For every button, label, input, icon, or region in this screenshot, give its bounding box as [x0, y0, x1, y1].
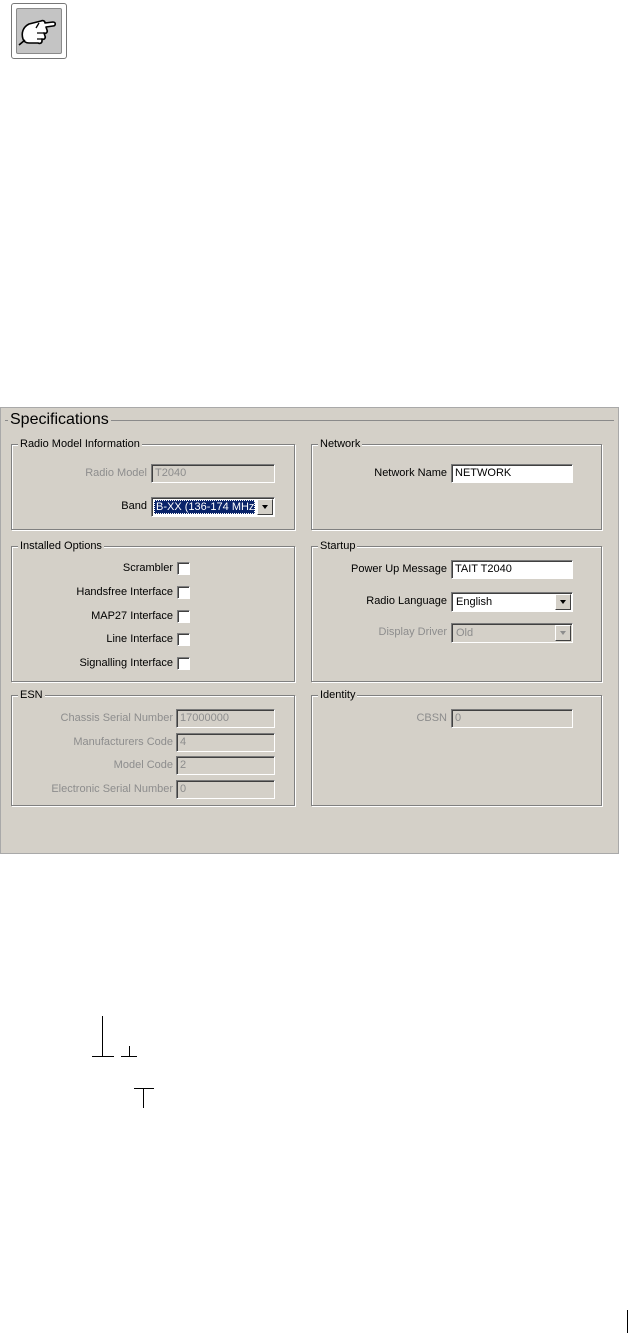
tick-mark [143, 1088, 144, 1108]
display-driver-selected-value: Old [456, 627, 474, 639]
tick-mark [121, 1056, 137, 1057]
esn-group: ESN Chassis Serial Number 17000000 Manuf… [11, 689, 295, 806]
cbsn-field: 0 [451, 709, 573, 728]
group-title: Installed Options [18, 540, 104, 553]
band-label: Band [121, 500, 147, 512]
group-title: Radio Model Information [18, 438, 142, 451]
startup-group: Startup Power Up Message TAIT T2040 Radi… [311, 540, 602, 682]
line-interface-checkbox[interactable] [177, 633, 190, 646]
signalling-interface-checkbox[interactable] [177, 657, 190, 670]
manufacturers-code-label: Manufacturers Code [73, 736, 173, 748]
radio-language-dropdown-button[interactable] [555, 594, 571, 610]
scrambler-checkbox[interactable] [177, 562, 190, 575]
radio-model-field: T2040 [151, 464, 275, 483]
display-driver-label: Display Driver [378, 626, 447, 638]
electronic-serial-number-label: Electronic Serial Number [51, 783, 173, 795]
handsfree-interface-checkbox[interactable] [177, 586, 190, 599]
specifications-dialog: Specifications Radio Model Information R… [0, 407, 619, 854]
network-name-label: Network Name [374, 467, 447, 479]
radio-language-selected-value: English [456, 596, 493, 608]
model-code-field: 2 [176, 756, 275, 775]
note-pointing-hand-icon [11, 3, 67, 59]
band-selected-value: B-XX (136-174 MHz) [154, 500, 255, 514]
dialog-title: Specifications [8, 411, 111, 429]
group-title: Identity [318, 689, 358, 702]
map27-interface-label: MAP27 Interface [91, 610, 173, 622]
signalling-interface-label: Signalling Interface [79, 657, 173, 669]
scrambler-label: Scrambler [122, 562, 173, 574]
tick-mark [92, 1056, 114, 1057]
map27-interface-checkbox[interactable] [177, 610, 190, 623]
line-interface-label: Line Interface [106, 633, 173, 645]
group-title: Network [318, 438, 363, 451]
page-margin-mark [627, 1310, 628, 1333]
band-dropdown-button[interactable] [257, 499, 273, 515]
radio-model-label: Radio Model [85, 467, 147, 479]
group-title: ESN [18, 689, 45, 702]
manufacturers-code-field: 4 [176, 733, 275, 752]
cbsn-label: CBSN [416, 712, 447, 724]
chevron-down-icon [560, 600, 566, 604]
tick-mark [102, 1016, 103, 1056]
identity-group: Identity CBSN 0 [311, 689, 602, 806]
display-driver-dropdown-button [555, 625, 571, 641]
chevron-down-icon [262, 505, 268, 509]
tick-mark [129, 1046, 130, 1056]
tick-mark [134, 1088, 154, 1089]
handsfree-interface-label: Handsfree Interface [76, 586, 173, 598]
installed-options-group: Installed Options Scrambler Handsfree In… [11, 540, 295, 682]
power-up-message-label: Power Up Message [351, 563, 447, 575]
power-up-message-input[interactable]: TAIT T2040 [451, 560, 573, 579]
chevron-down-icon [560, 631, 566, 635]
chassis-serial-number-label: Chassis Serial Number [60, 712, 173, 724]
network-group: Network Network Name NETWORK [311, 438, 602, 530]
electronic-serial-number-field: 0 [176, 780, 275, 799]
radio-model-information-group: Radio Model Information Radio Model T204… [11, 438, 295, 530]
radio-language-select[interactable]: English [451, 592, 573, 612]
group-title: Startup [318, 540, 358, 553]
band-select[interactable]: B-XX (136-174 MHz) [151, 497, 275, 517]
radio-language-label: Radio Language [366, 595, 447, 607]
network-name-input[interactable]: NETWORK [451, 464, 573, 483]
model-code-label: Model Code [113, 759, 173, 771]
chassis-serial-number-field: 17000000 [176, 709, 275, 728]
display-driver-select: Old [451, 623, 573, 643]
